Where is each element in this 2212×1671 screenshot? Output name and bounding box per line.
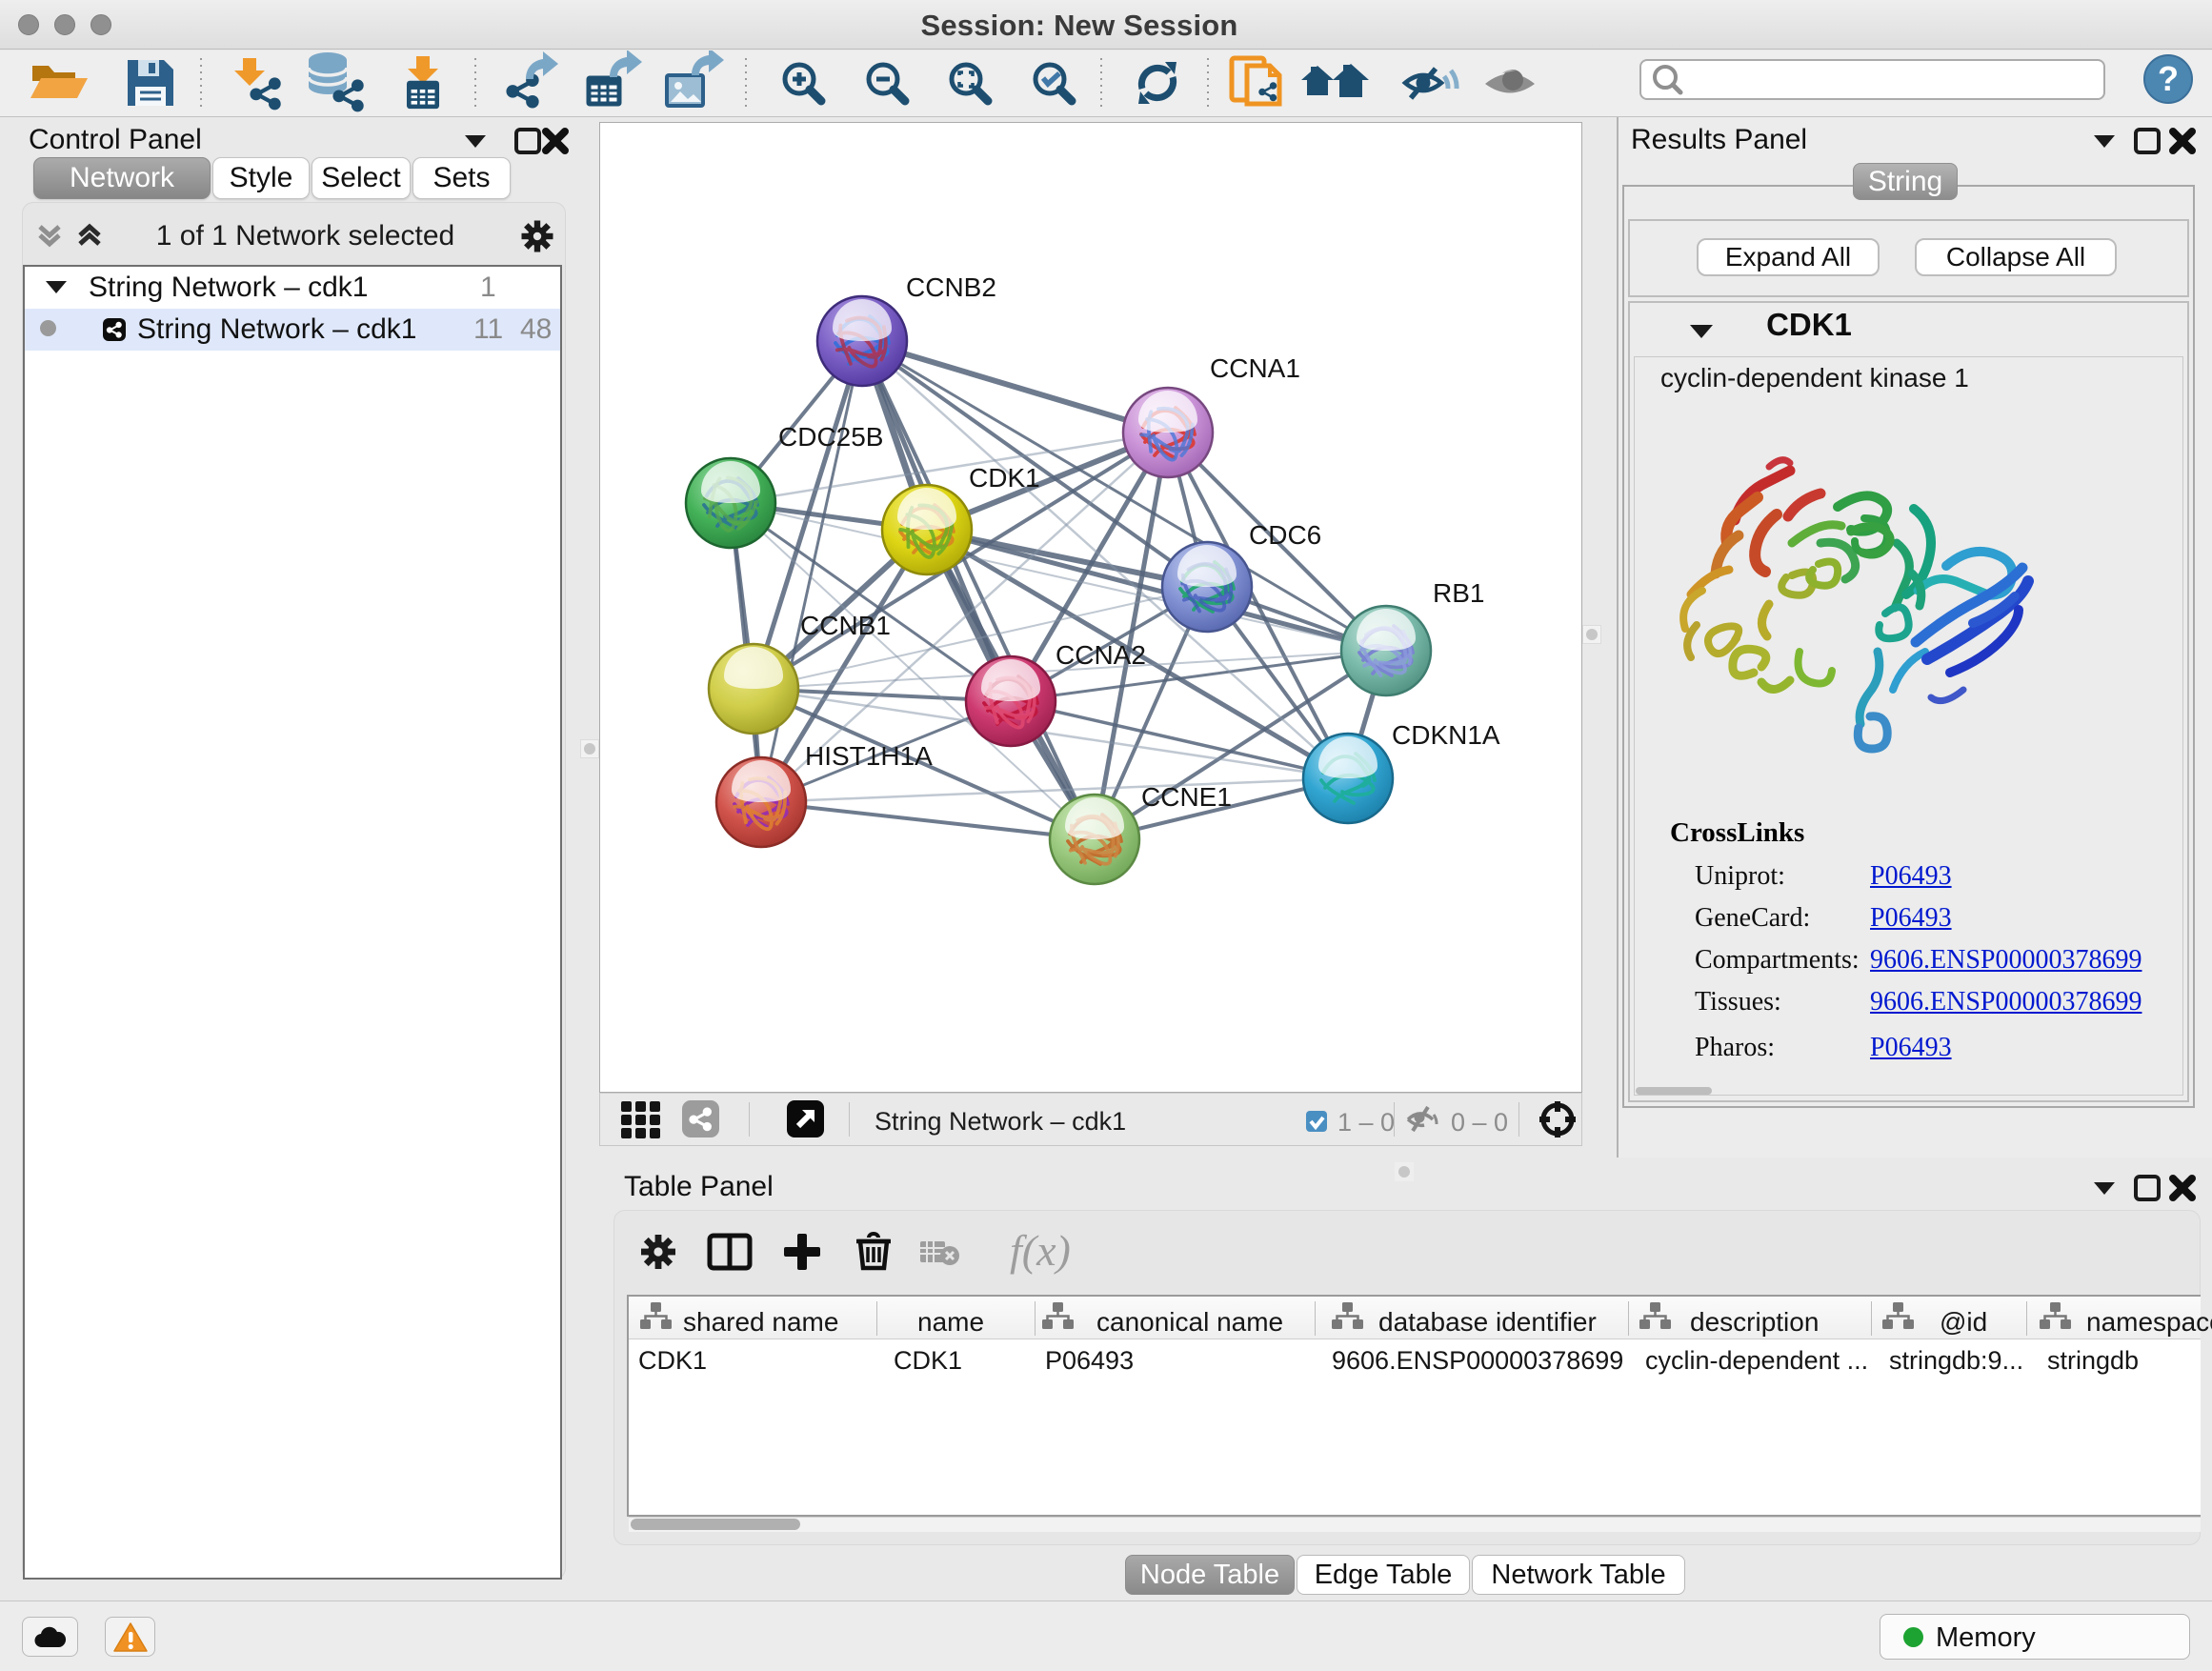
- svg-text:HIST1H1A: HIST1H1A: [805, 741, 933, 771]
- svg-text:?: ?: [2158, 59, 2179, 98]
- svg-text:CCNA1: CCNA1: [1210, 353, 1300, 383]
- svg-text:CDC25B: CDC25B: [778, 422, 883, 452]
- svg-text:CCNA2: CCNA2: [1056, 640, 1146, 670]
- svg-text:CCNE1: CCNE1: [1141, 782, 1232, 812]
- svg-text:CDKN1A: CDKN1A: [1392, 720, 1500, 750]
- svg-text:RB1: RB1: [1433, 578, 1484, 608]
- svg-text:CCNB2: CCNB2: [906, 272, 996, 302]
- svg-text:f(x): f(x): [1010, 1227, 1071, 1275]
- svg-text:CDC6: CDC6: [1249, 520, 1321, 550]
- svg-text:CCNB1: CCNB1: [800, 611, 891, 640]
- svg-text:CDK1: CDK1: [969, 463, 1040, 493]
